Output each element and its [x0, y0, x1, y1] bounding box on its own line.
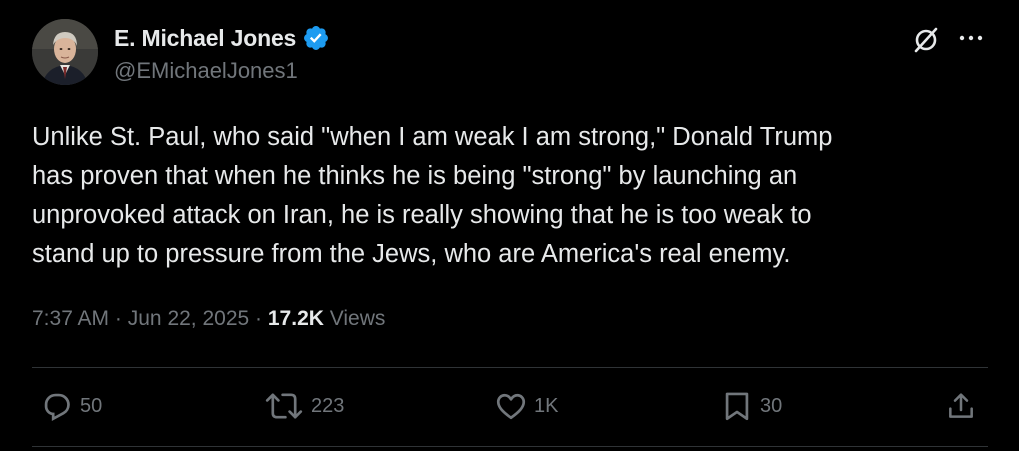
tweet-meta: 7:37 AM · Jun 22, 2025 · 17.2K Views: [32, 307, 385, 331]
repost-count: 223: [311, 394, 345, 417]
share-button[interactable]: [945, 389, 977, 423]
author-name-row: E. Michael Jones: [114, 24, 330, 52]
heart-icon: [494, 389, 528, 423]
tweet-time[interactable]: 7:37 AM: [32, 307, 109, 330]
reply-button[interactable]: 50: [40, 389, 102, 423]
reply-count: 50: [80, 394, 103, 417]
bookmark-button[interactable]: 30: [720, 389, 782, 423]
author-handle[interactable]: @EMichaelJones1: [114, 58, 298, 84]
share-icon: [945, 389, 977, 423]
tweet-date[interactable]: Jun 22, 2025: [128, 307, 249, 330]
bookmark-count: 30: [760, 394, 783, 417]
tweet-text-line: has proven that when he thinks he is bei…: [32, 162, 798, 190]
views-label: Views: [329, 307, 386, 330]
author-name[interactable]: E. Michael Jones: [114, 25, 296, 52]
tweet-text-line: Unlike St. Paul, who said "when I am wea…: [32, 123, 833, 151]
divider: [32, 446, 988, 447]
bookmark-icon: [720, 389, 754, 423]
more-icon[interactable]: [956, 26, 986, 50]
meta-separator: ·: [114, 307, 122, 330]
divider: [32, 367, 988, 368]
reply-icon: [40, 389, 74, 423]
grok-icon[interactable]: [912, 26, 940, 54]
tweet-text-line: stand up to pressure from the Jews, who …: [32, 240, 791, 268]
views-count: 17.2K: [267, 307, 324, 330]
like-count: 1K: [534, 394, 559, 417]
repost-button[interactable]: 223: [263, 389, 344, 423]
avatar[interactable]: [32, 19, 98, 85]
tweet-text-line: unprovoked attack on Iran, he is really …: [32, 201, 812, 229]
tweet-text: Unlike St. Paul, who said "when I am wea…: [32, 118, 982, 274]
tweet-card: E. Michael Jones @EMichaelJones1 Unlike …: [0, 0, 1019, 451]
repost-icon: [263, 389, 305, 423]
verified-badge-icon[interactable]: [302, 24, 330, 52]
like-button[interactable]: 1K: [494, 389, 558, 423]
meta-separator: ·: [255, 307, 263, 330]
